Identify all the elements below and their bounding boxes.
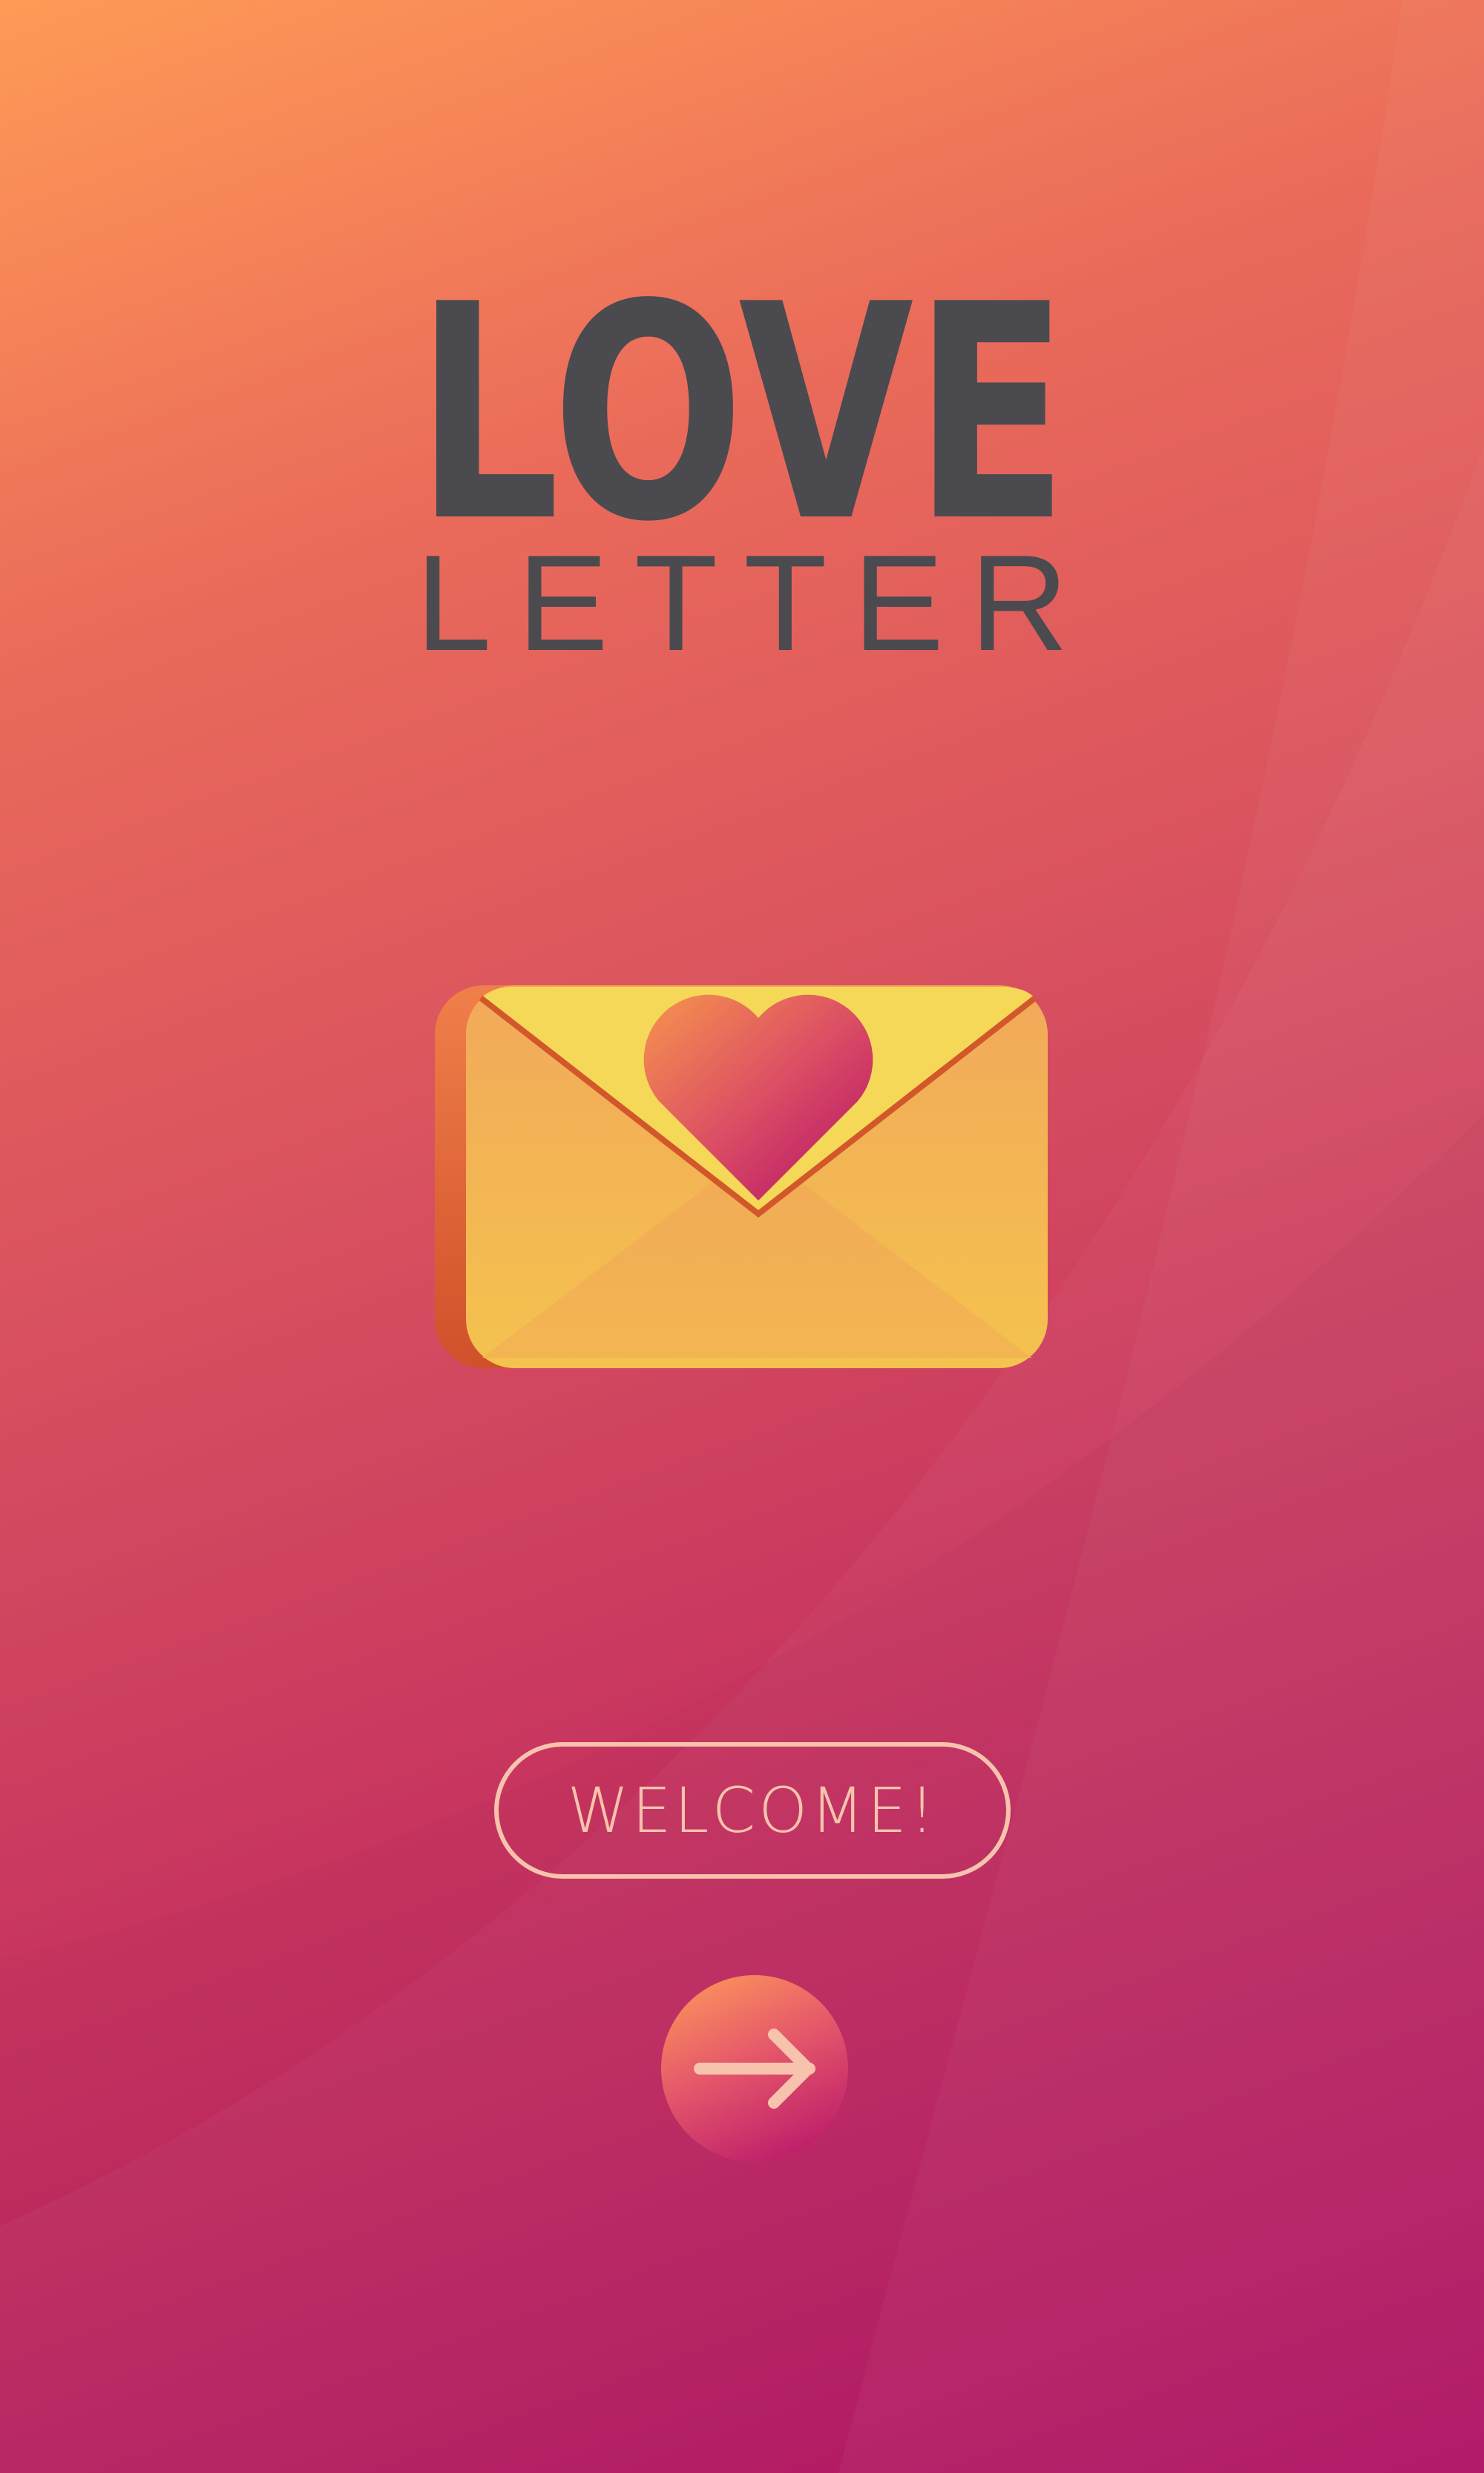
next-button[interactable]	[661, 1975, 848, 2162]
arrow-right-icon	[694, 2029, 815, 2109]
welcome-button[interactable]: WELCOME!	[494, 1742, 1011, 1879]
welcome-button-label: WELCOME!	[567, 1774, 938, 1847]
